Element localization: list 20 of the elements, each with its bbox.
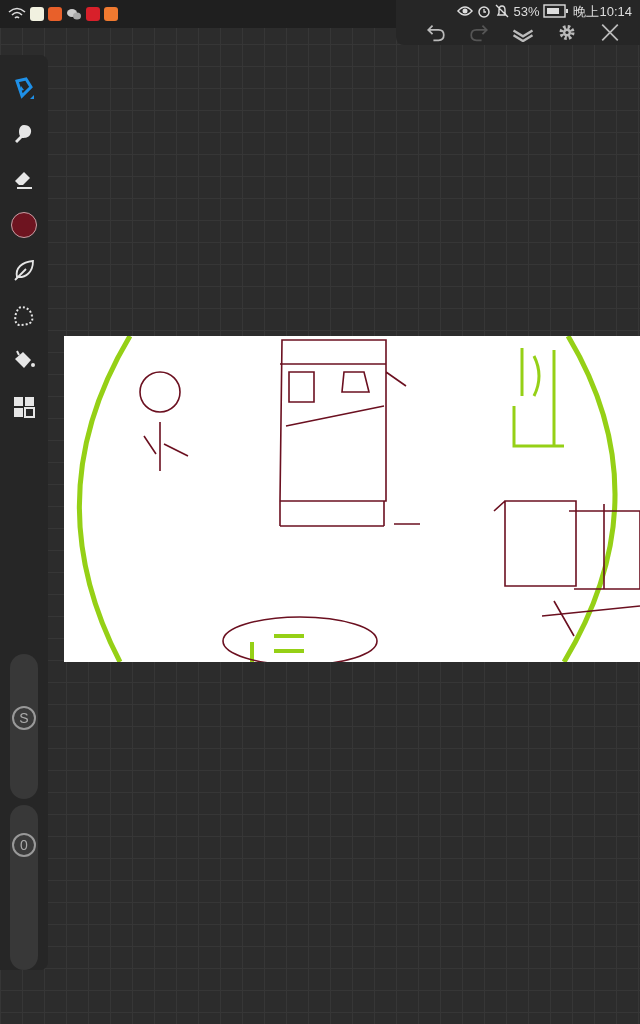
lasso-icon — [12, 303, 36, 328]
wifi-icon — [8, 7, 26, 21]
leaf-icon — [12, 258, 36, 283]
app-notification-icon — [48, 7, 62, 21]
clock-time: 晚上10:14 — [573, 3, 632, 19]
chat-bubbles-icon — [66, 7, 82, 21]
slider-thumb[interactable]: S — [12, 706, 36, 731]
grid-icon — [12, 394, 36, 419]
battery-icon — [543, 4, 570, 18]
bell-off-icon — [495, 4, 510, 18]
pen-icon — [12, 75, 36, 100]
app-notification-icon — [30, 7, 44, 21]
vertical-slider[interactable]: S — [10, 654, 38, 800]
app-notification-icon — [104, 7, 118, 21]
slider-thumb[interactable]: 0 — [12, 833, 36, 858]
eye-icon — [457, 5, 474, 17]
battery-percent: 53% — [513, 3, 540, 19]
vertical-slider[interactable]: 0 — [10, 805, 38, 970]
alarm-icon — [477, 4, 492, 18]
app-notification-icon — [86, 7, 100, 21]
